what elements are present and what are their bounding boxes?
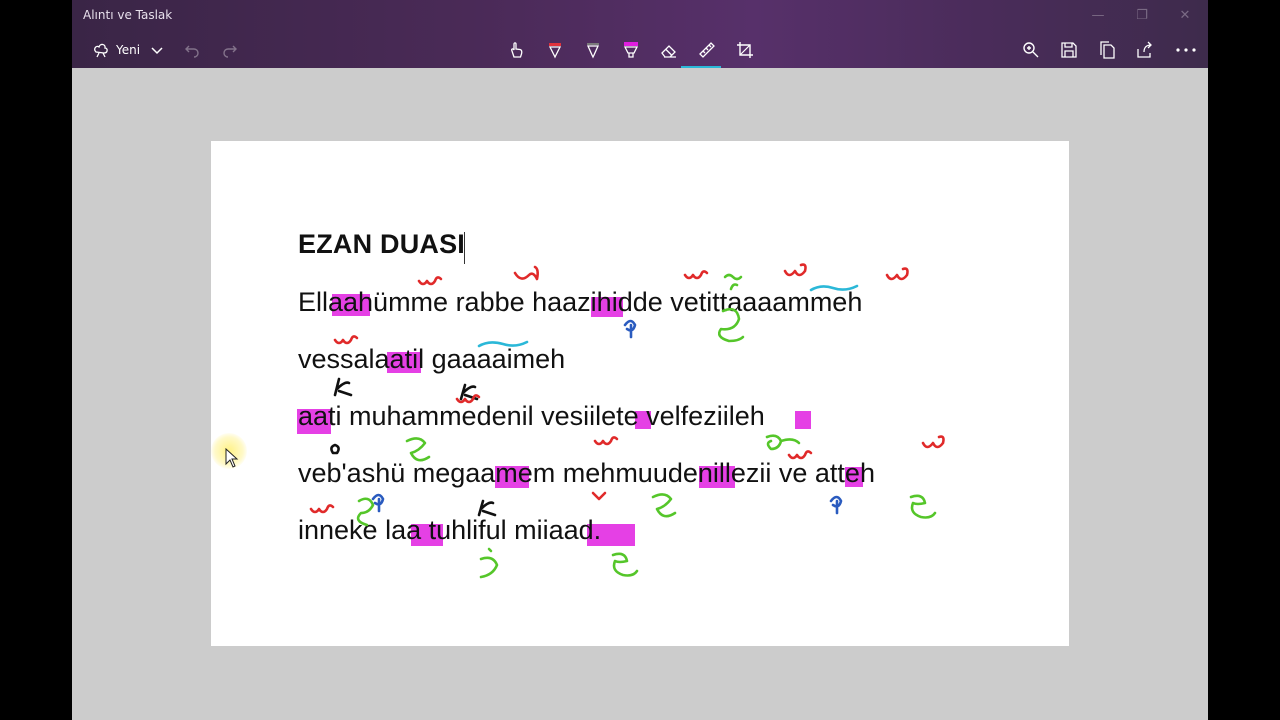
ink-mark-red [885, 267, 909, 281]
active-tool-indicator [681, 66, 721, 68]
ink-mark-red [787, 450, 813, 460]
ink-mark-green [356, 497, 375, 527]
snip-canvas[interactable]: EZAN DUASI Ellaahümme rabbe haazihidde v… [211, 141, 1069, 646]
copy-icon [1100, 41, 1115, 59]
ink-mark-blue [829, 495, 843, 515]
ink-mark-red [593, 436, 619, 446]
title-bar: Alıntı ve Taslak — ❐ ✕ Yeni [72, 0, 1208, 68]
share-icon [1137, 41, 1152, 58]
save-icon [1061, 42, 1077, 58]
mouse-pointer-icon [225, 448, 239, 468]
zoom-button[interactable] [1020, 38, 1042, 62]
ink-mark-green [479, 547, 499, 579]
snip-and-sketch-window: Alıntı ve Taslak — ❐ ✕ Yeni EZAN DUASI E… [72, 0, 1208, 720]
new-label: Yeni [115, 43, 141, 57]
ink-mark-black [333, 377, 353, 397]
highlighter-button[interactable] [620, 38, 642, 62]
redo-button[interactable] [220, 38, 240, 62]
ink-mark-red [921, 435, 945, 449]
ink-mark-red [417, 276, 443, 286]
ballpoint-pen-icon [548, 43, 562, 59]
undo-button[interactable] [182, 38, 202, 62]
more-icon [1176, 48, 1196, 52]
redo-icon [223, 45, 237, 58]
pencil-button[interactable] [582, 38, 604, 62]
ink-mark-green [723, 273, 743, 291]
ink-mark-blue [623, 319, 637, 339]
touch-writing-button[interactable] [506, 38, 528, 62]
share-button[interactable] [1134, 38, 1156, 62]
ink-mark-red [333, 335, 359, 345]
ballpoint-pen-button[interactable] [544, 38, 566, 62]
window-title: Alıntı ve Taslak [83, 8, 173, 22]
ink-mark-red [513, 265, 539, 281]
pencil-icon [586, 43, 600, 59]
eraser-button[interactable] [658, 38, 680, 62]
touch-writing-icon [511, 42, 523, 58]
new-snip-options-button[interactable] [148, 38, 166, 62]
ink-mark-red [783, 263, 807, 277]
minimize-button[interactable]: — [1088, 6, 1108, 26]
save-button[interactable] [1058, 38, 1080, 62]
ink-mark-red [591, 491, 607, 501]
ink-mark-red [309, 504, 335, 514]
eraser-icon [661, 45, 676, 58]
close-button[interactable]: ✕ [1175, 6, 1195, 26]
new-snip-button[interactable]: Yeni [84, 38, 148, 62]
ink-mark-green [909, 494, 937, 519]
ink-mark-green [717, 307, 745, 343]
ink-mark-green [651, 493, 677, 518]
crop-button[interactable] [734, 38, 756, 62]
ink-mark-cyan [809, 284, 859, 292]
ink-mark-green [405, 437, 431, 462]
highlighter-icon [623, 42, 639, 58]
maximize-button[interactable]: ❐ [1132, 6, 1152, 26]
more-options-button[interactable] [1172, 38, 1200, 62]
ink-mark-green [765, 434, 801, 451]
new-snip-icon [94, 43, 108, 58]
ink-mark-cyan [477, 340, 529, 348]
ink-annotations [309, 263, 945, 579]
crop-icon [737, 42, 753, 58]
ink-mark-red [683, 270, 709, 280]
chevron-down-icon [151, 47, 163, 55]
ink-mark-black [330, 443, 340, 455]
ink-mark-black [477, 499, 497, 517]
undo-icon [185, 45, 199, 58]
zoom-icon [1023, 42, 1039, 58]
copy-button[interactable] [1096, 38, 1118, 62]
ruler-icon [699, 42, 715, 58]
ink-mark-green [611, 552, 639, 577]
ink-mark-blue [371, 493, 385, 513]
ruler-button[interactable] [696, 38, 718, 62]
